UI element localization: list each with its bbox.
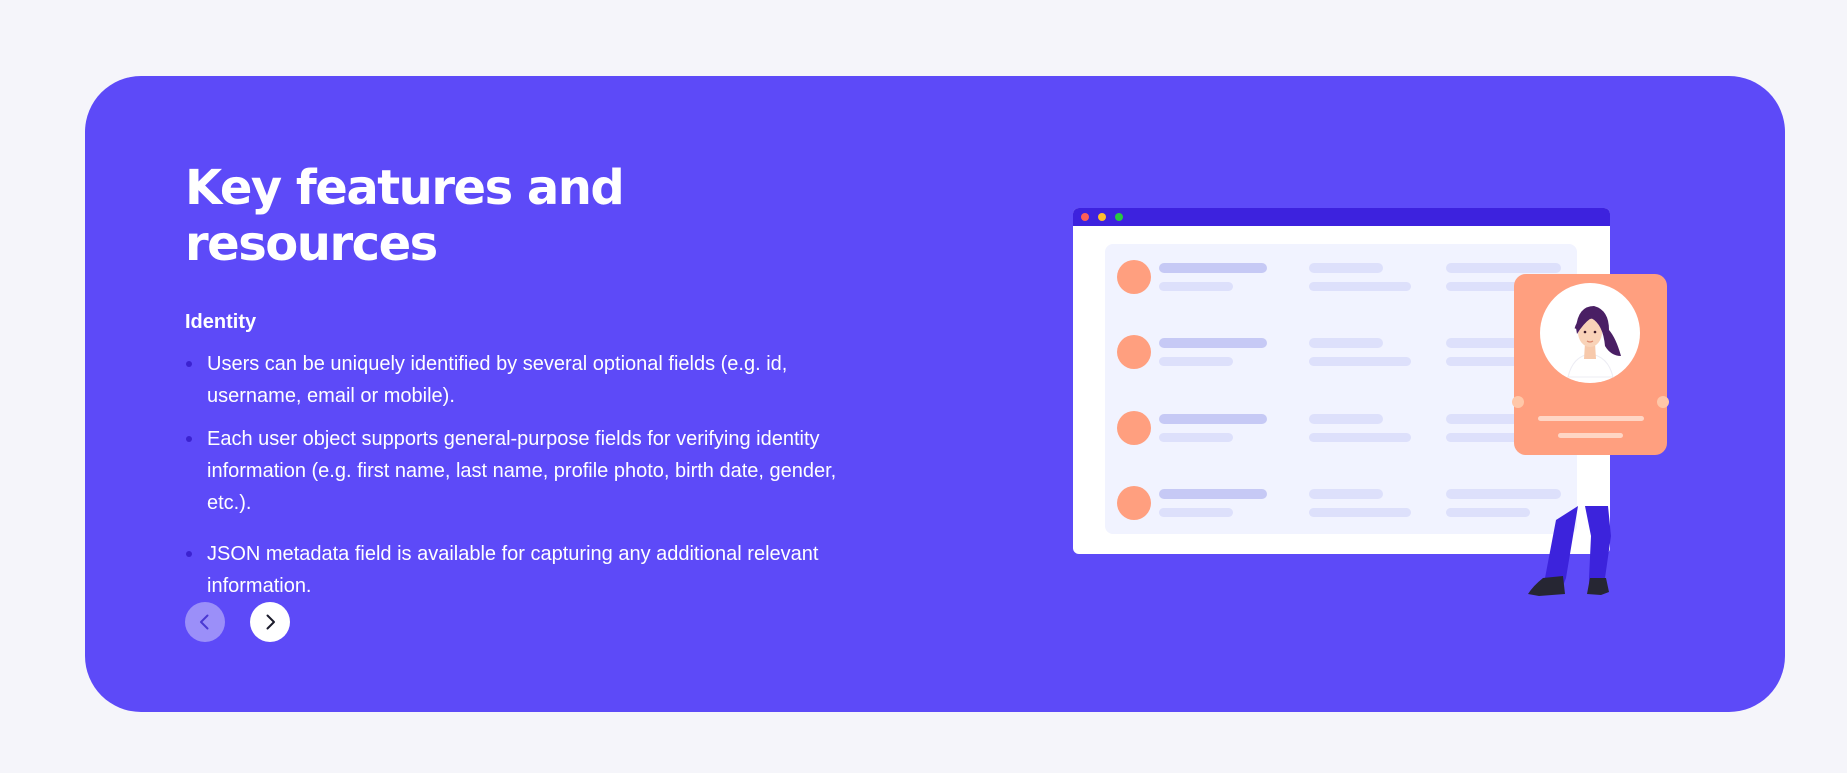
features-content: Key features and resources Identity User… <box>185 160 885 613</box>
list-item: Users can be uniquely identified by seve… <box>185 348 845 412</box>
bullet-icon <box>186 361 192 367</box>
list-item: JSON metadata field is available for cap… <box>185 538 845 602</box>
features-card: Key features and resources Identity User… <box>85 76 1785 712</box>
bullet-icon <box>186 551 192 557</box>
page-title: Key features and resources <box>185 160 625 272</box>
next-button[interactable] <box>250 602 290 642</box>
bullet-icon <box>186 436 192 442</box>
feature-text: Users can be uniquely identified by seve… <box>207 353 788 407</box>
identity-illustration <box>1073 208 1669 596</box>
feature-text: JSON metadata field is available for cap… <box>207 543 819 597</box>
feature-text: Each user object supports general-purpos… <box>207 428 837 514</box>
carousel-navigation <box>185 602 290 642</box>
identity-heading: Identity <box>185 311 257 333</box>
feature-list: Users can be uniquely identified by seve… <box>185 348 845 602</box>
previous-button[interactable] <box>185 602 225 642</box>
chevron-right-icon <box>266 614 275 630</box>
list-item: Each user object supports general-purpos… <box>185 423 845 519</box>
chevron-left-icon <box>200 614 209 630</box>
